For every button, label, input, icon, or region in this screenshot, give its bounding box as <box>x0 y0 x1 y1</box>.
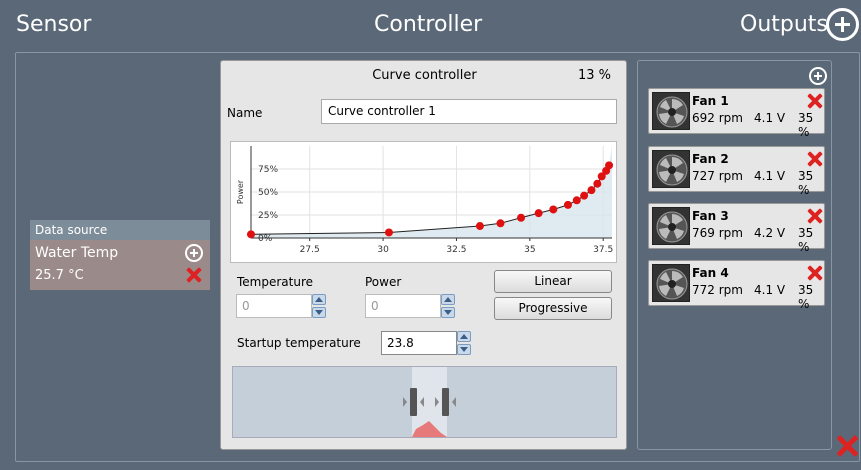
remove-fan-icon[interactable] <box>807 265 823 281</box>
temperature-spinner[interactable] <box>312 294 326 318</box>
curve-point[interactable] <box>517 213 526 222</box>
fan-percent: 35 % <box>798 169 814 197</box>
fan-percent: 35 % <box>798 283 814 311</box>
slider-left-handle[interactable] <box>410 388 417 416</box>
sensor-body: Water Temp 25.7 °C <box>30 240 210 290</box>
slider-right-handle[interactable] <box>442 388 449 416</box>
add-output-icon[interactable] <box>826 8 859 41</box>
power-spinner[interactable] <box>441 294 455 318</box>
y-tick-label: 50% <box>258 188 278 198</box>
delete-controller-icon[interactable] <box>836 435 858 457</box>
spin-down-icon[interactable] <box>457 344 471 355</box>
fan-name: Fan 1 <box>692 94 729 108</box>
slider-left-arrow-icon <box>403 397 407 407</box>
fan-name: Fan 3 <box>692 209 729 223</box>
y-tick-label: 75% <box>258 165 278 175</box>
sensor-header: Sensor <box>16 12 92 37</box>
controller-name-input[interactable]: Curve controller 1 <box>321 99 617 124</box>
controller-panel: Curve controller 13 % Name Curve control… <box>220 60 627 450</box>
power-label: Power <box>365 275 402 289</box>
curve-point[interactable] <box>587 186 596 195</box>
fan-icon <box>652 264 690 302</box>
fan-voltage: 4.1 V <box>754 169 786 183</box>
curve-point[interactable] <box>572 196 581 205</box>
curve-point[interactable] <box>496 219 505 228</box>
curve-point[interactable] <box>247 230 255 239</box>
curve-chart-svg[interactable]: 0% 25% 50% 75% 27.5 30 32.5 35 37.5 Power <box>231 142 616 262</box>
top-header: Sensor Controller Outputs <box>0 0 861 52</box>
fan-icon <box>652 150 690 188</box>
x-tick-label: 37.5 <box>593 245 613 255</box>
curve-point[interactable] <box>580 191 589 200</box>
controller-percent: 13 % <box>577 68 611 83</box>
remove-sensor-icon[interactable] <box>186 267 202 283</box>
spin-down-icon[interactable] <box>441 307 455 318</box>
fan-rpm: 727 rpm <box>692 169 743 183</box>
fan-voltage: 4.2 V <box>754 226 786 240</box>
startup-temperature-input[interactable]: 23.8 <box>381 331 457 355</box>
controller-header: Controller <box>374 12 483 37</box>
fan-icon <box>652 92 690 130</box>
startup-spinner[interactable] <box>457 331 471 355</box>
outputs-panel: Fan 1 692 rpm 4.1 V 35 % Fan 2 727 rpm 4.1 V 35… <box>637 60 832 450</box>
x-tick-label: 32.5 <box>446 245 466 255</box>
temperature-label: Temperature <box>237 275 314 289</box>
name-label: Name <box>227 106 263 120</box>
linear-button[interactable]: Linear <box>494 270 612 293</box>
spin-down-icon[interactable] <box>312 307 326 318</box>
curve-chart[interactable]: 0% 25% 50% 75% 27.5 30 32.5 35 37.5 Power <box>230 141 617 263</box>
add-fan-icon[interactable] <box>809 67 827 85</box>
x-tick-label: 35 <box>524 245 535 255</box>
curve-point[interactable] <box>549 205 558 214</box>
y-axis-label: Power <box>236 179 245 204</box>
add-sensor-icon[interactable] <box>185 244 203 262</box>
fan-voltage: 4.1 V <box>754 111 786 125</box>
power-input[interactable]: 0 <box>365 294 441 318</box>
controller-title: Curve controller <box>372 68 477 83</box>
y-tick-label: 25% <box>258 211 278 221</box>
curve-point[interactable] <box>475 222 484 231</box>
range-slider-svg[interactable] <box>233 367 616 437</box>
slider-right-arrow-icon <box>452 397 456 407</box>
sensor-block[interactable]: Data source Water Temp 25.7 °C <box>30 220 210 290</box>
outputs-header: Outputs <box>740 12 828 37</box>
sensor-name: Water Temp <box>35 245 119 261</box>
remove-fan-icon[interactable] <box>807 93 823 109</box>
fan-card[interactable]: Fan 4 772 rpm 4.1 V 35 % <box>648 260 825 311</box>
fan-rpm: 769 rpm <box>692 226 743 240</box>
sensor-title: Data source <box>30 220 210 240</box>
curve-point[interactable] <box>605 161 614 170</box>
fan-percent: 35 % <box>798 226 814 254</box>
progressive-button[interactable]: Progressive <box>494 297 612 320</box>
x-tick-label: 30 <box>377 245 389 255</box>
curve-point[interactable] <box>563 200 572 209</box>
fan-name: Fan 4 <box>692 266 729 280</box>
fan-name: Fan 2 <box>692 152 729 166</box>
fan-rpm: 772 rpm <box>692 283 743 297</box>
spin-up-icon[interactable] <box>312 294 326 305</box>
fan-card[interactable]: Fan 1 692 rpm 4.1 V 35 % <box>648 88 825 139</box>
curve-point[interactable] <box>593 179 602 188</box>
fan-voltage: 4.1 V <box>754 283 786 297</box>
curve-point[interactable] <box>534 209 543 218</box>
sensor-value: 25.7 °C <box>35 268 84 283</box>
fan-icon <box>652 207 690 245</box>
range-slider-area[interactable] <box>232 366 617 438</box>
spin-up-icon[interactable] <box>457 331 471 342</box>
startup-temperature-label: Startup temperature <box>237 336 361 350</box>
x-tick-label: 27.5 <box>300 245 320 255</box>
fan-percent: 35 % <box>798 111 814 139</box>
fan-rpm: 692 rpm <box>692 111 743 125</box>
fan-card[interactable]: Fan 3 769 rpm 4.2 V 35 % <box>648 203 825 254</box>
remove-fan-icon[interactable] <box>807 208 823 224</box>
temperature-input[interactable]: 0 <box>236 294 312 318</box>
spin-up-icon[interactable] <box>441 294 455 305</box>
curve-point[interactable] <box>384 228 393 237</box>
remove-fan-icon[interactable] <box>807 151 823 167</box>
fan-card[interactable]: Fan 2 727 rpm 4.1 V 35 % <box>648 146 825 197</box>
y-tick-label: 0% <box>258 234 273 244</box>
